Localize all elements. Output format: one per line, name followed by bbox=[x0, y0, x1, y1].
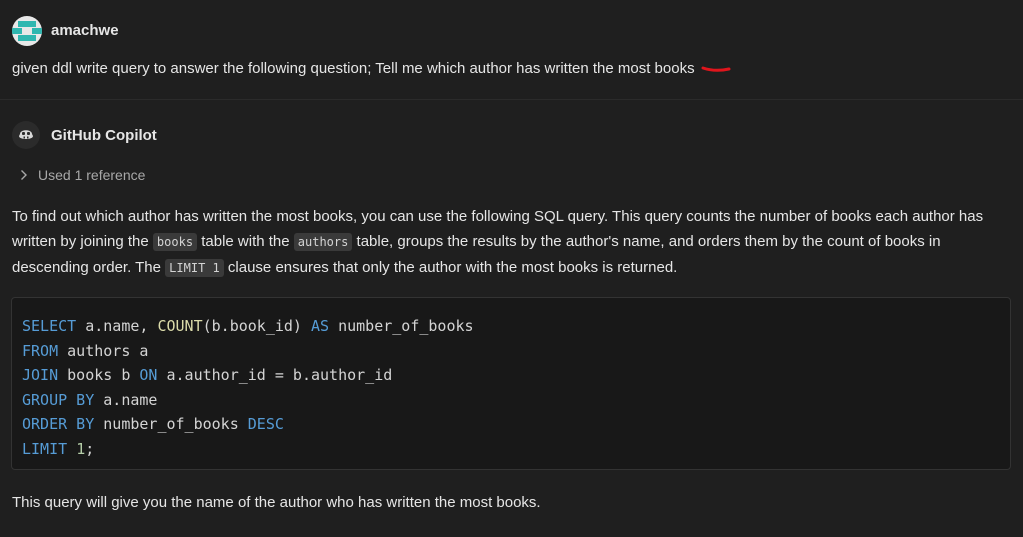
chat-panel: amachwe given ddl write query to answer … bbox=[0, 0, 1023, 537]
code-token: authors a bbox=[58, 341, 149, 360]
code-token: GROUP BY bbox=[22, 390, 95, 409]
code-token: COUNT bbox=[157, 317, 203, 335]
user-name: amachwe bbox=[51, 22, 119, 39]
copilot-icon bbox=[12, 121, 40, 149]
code-token: FROM bbox=[22, 341, 59, 360]
intro-text: table with the bbox=[197, 233, 294, 250]
code-token: a.author_id = b.author_id bbox=[157, 366, 393, 385]
code-token: DESC bbox=[247, 415, 284, 434]
code-token: ON bbox=[139, 366, 158, 385]
code-token: JOIN bbox=[22, 366, 59, 385]
user-message-text: given ddl write query to answer the foll… bbox=[12, 60, 731, 77]
code-token: LIMIT bbox=[22, 439, 68, 458]
assistant-name: GitHub Copilot bbox=[51, 127, 157, 144]
code-token: SELECT bbox=[22, 317, 77, 335]
code-token: books b bbox=[58, 366, 140, 385]
sql-code-block[interactable]: SELECT a.name, COUNT(b.book_id) AS numbe… bbox=[11, 297, 1011, 470]
intro-text: clause ensures that only the author with… bbox=[223, 259, 678, 276]
answer-intro: To find out which author has written the… bbox=[12, 204, 1002, 281]
references-toggle[interactable]: Used 1 reference bbox=[20, 167, 145, 183]
user-message: amachwe given ddl write query to answer … bbox=[0, 0, 1023, 100]
code-token: a.name, bbox=[76, 317, 158, 335]
code-token: number_of_books bbox=[329, 317, 474, 335]
code-token: (b.book_id) bbox=[202, 317, 311, 335]
code-token: a.name bbox=[94, 390, 158, 409]
inline-code-books: books bbox=[152, 233, 198, 251]
code-token: ORDER BY bbox=[22, 415, 95, 434]
inline-code-limit: LIMIT 1 bbox=[165, 259, 224, 277]
code-token: AS bbox=[311, 317, 330, 335]
chevron-right-icon bbox=[21, 170, 27, 180]
references-label: Used 1 reference bbox=[38, 167, 146, 183]
answer-outro: This query will give you the name of the… bbox=[12, 494, 541, 511]
red-annotation-mark bbox=[701, 66, 731, 72]
code-token: 1 bbox=[76, 439, 86, 458]
sql-code: SELECT a.name, COUNT(b.book_id) AS numbe… bbox=[22, 314, 474, 462]
user-prompt: given ddl write query to answer the foll… bbox=[12, 60, 695, 77]
inline-code-authors: authors bbox=[293, 233, 353, 251]
code-token: ; bbox=[85, 439, 95, 458]
user-avatar[interactable] bbox=[12, 16, 42, 46]
code-token: number_of_books bbox=[94, 415, 248, 434]
